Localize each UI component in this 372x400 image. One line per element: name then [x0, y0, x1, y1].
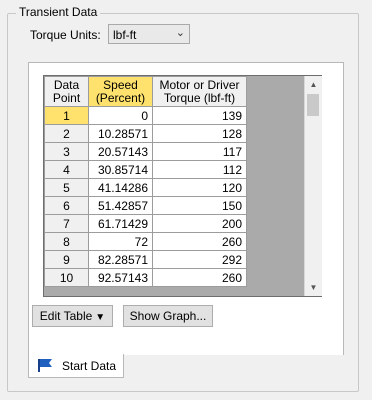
- scroll-thumb[interactable]: [307, 94, 319, 116]
- table-row: 5 41.14286 120: [44, 178, 247, 197]
- scroll-up-icon[interactable]: ▲: [305, 76, 322, 93]
- table-row: 4 30.85714 112: [44, 160, 247, 179]
- torque-cell[interactable]: 292: [152, 250, 247, 269]
- speed-cell[interactable]: 82.28571: [88, 250, 153, 269]
- data-grid[interactable]: Data Point Speed (Percent) Motor or Driver…: [43, 75, 322, 297]
- row-header[interactable]: 9: [44, 250, 89, 269]
- torque-units-select[interactable]: lbf-ft ⌄: [108, 24, 190, 44]
- speed-cell[interactable]: 10.28571: [88, 124, 153, 143]
- show-graph-button[interactable]: Show Graph...: [123, 305, 213, 327]
- tab-start-data[interactable]: Start Data: [28, 354, 124, 378]
- torque-cell[interactable]: 150: [152, 196, 247, 215]
- row-header[interactable]: 7: [44, 214, 89, 233]
- torque-cell[interactable]: 128: [152, 124, 247, 143]
- torque-cell[interactable]: 112: [152, 160, 247, 179]
- table-row: 3 20.57143 117: [44, 142, 247, 161]
- vertical-scrollbar[interactable]: ▲ ▼: [304, 76, 322, 296]
- header-data-point[interactable]: Data Point: [44, 76, 89, 107]
- table-row: 7 61.71429 200: [44, 214, 247, 233]
- row-header[interactable]: 10: [44, 268, 89, 287]
- torque-units-value: lbf-ft: [113, 28, 137, 42]
- torque-cell[interactable]: 139: [152, 106, 247, 125]
- torque-cell[interactable]: 200: [152, 214, 247, 233]
- edit-table-label: Edit Table: [39, 309, 93, 323]
- flag-icon: [37, 358, 55, 376]
- row-header[interactable]: 5: [44, 178, 89, 197]
- table-row: 6 51.42857 150: [44, 196, 247, 215]
- scroll-down-icon[interactable]: ▼: [305, 279, 322, 296]
- torque-units-label: Torque Units:: [30, 28, 101, 42]
- speed-cell[interactable]: 72: [88, 232, 153, 251]
- chevron-down-icon: ⌄: [175, 27, 185, 39]
- table-row: 9 82.28571 292: [44, 250, 247, 269]
- row-header[interactable]: 8: [44, 232, 89, 251]
- speed-cell[interactable]: 30.85714: [88, 160, 153, 179]
- row-header[interactable]: 3: [44, 142, 89, 161]
- tab-start-data-label: Start Data: [62, 359, 117, 373]
- speed-cell[interactable]: 61.71429: [88, 214, 153, 233]
- edit-table-button[interactable]: Edit Table ▼: [32, 305, 113, 327]
- table-row: 2 10.28571 128: [44, 124, 247, 143]
- table-row: 8 72 260: [44, 232, 247, 251]
- torque-cell[interactable]: 260: [152, 232, 247, 251]
- torque-cell[interactable]: 260: [152, 268, 247, 287]
- table-row: 10 92.57143 260: [44, 268, 247, 287]
- speed-cell[interactable]: 20.57143: [88, 142, 153, 161]
- group-title: Transient Data: [16, 5, 101, 19]
- header-speed[interactable]: Speed (Percent): [88, 76, 153, 107]
- row-header[interactable]: 2: [44, 124, 89, 143]
- torque-cell[interactable]: 120: [152, 178, 247, 197]
- speed-cell[interactable]: 41.14286: [88, 178, 153, 197]
- data-table: Data Point Speed (Percent) Motor or Driver…: [44, 76, 247, 287]
- table-row: 1 0 139: [44, 106, 247, 125]
- speed-cell[interactable]: 51.42857: [88, 196, 153, 215]
- speed-cell[interactable]: 0: [88, 106, 153, 125]
- dropdown-arrow-icon: ▼: [95, 312, 106, 323]
- row-header[interactable]: 6: [44, 196, 89, 215]
- row-header[interactable]: 1: [44, 106, 89, 125]
- row-header[interactable]: 4: [44, 160, 89, 179]
- header-torque[interactable]: Motor or Driver Torque (lbf-ft): [152, 76, 247, 107]
- torque-cell[interactable]: 117: [152, 142, 247, 161]
- speed-cell[interactable]: 92.57143: [88, 268, 153, 287]
